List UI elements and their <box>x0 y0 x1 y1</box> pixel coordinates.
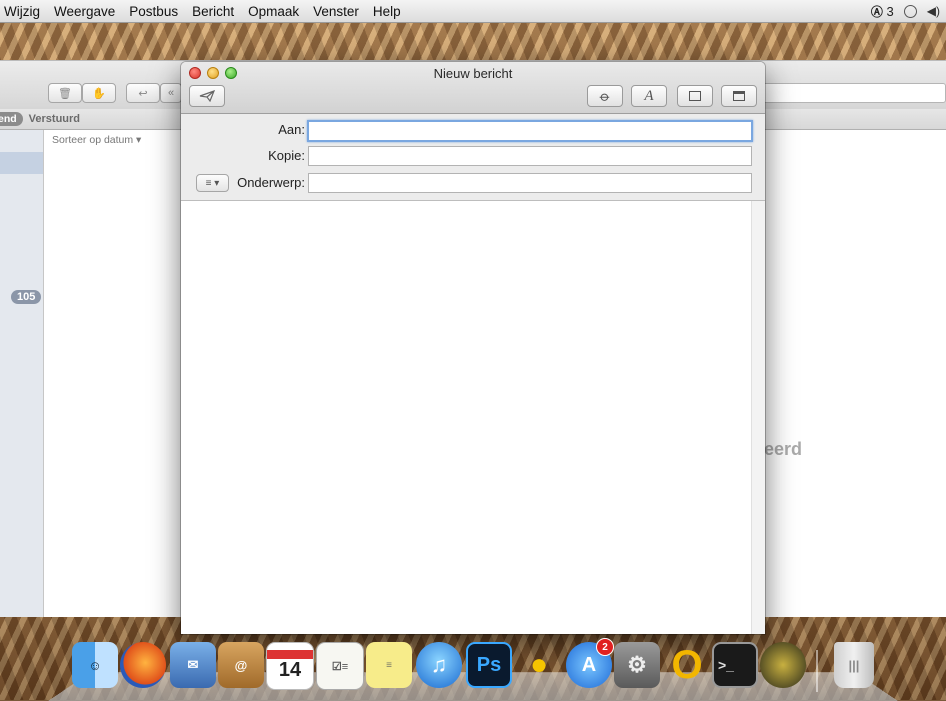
compose-window: Nieuw bericht ⌀ A Aan: Kopie: Onderwerp:… <box>181 62 765 634</box>
sort-by-date[interactable]: Sorteer op datum ▾ <box>44 130 184 148</box>
body-scrollbar[interactable] <box>751 201 765 634</box>
status-area: Ⓐ 3 ◀︎) <box>871 3 946 20</box>
photoshop-icon: Ps <box>476 653 502 676</box>
finder-icon: ☺ <box>88 657 102 673</box>
time-machine-icon[interactable] <box>903 4 917 18</box>
subject-field[interactable] <box>308 173 752 193</box>
menu-bar: Wijzig Weergave Postbus Bericht Opmaak V… <box>0 0 946 23</box>
message-header-fields: Aan: Kopie: Onderwerp: <box>181 114 765 201</box>
checklist-icon: ☑≡ <box>331 660 349 673</box>
menu-message[interactable]: Bericht <box>186 4 242 19</box>
dock-trash[interactable]: ||| <box>834 642 874 688</box>
dock-cyberduck[interactable]: ● <box>516 642 562 688</box>
junk-button[interactable]: ✋ <box>82 83 116 103</box>
adobe-count: 3 <box>886 3 894 19</box>
menu-window[interactable]: Venster <box>307 4 367 19</box>
dock-itunes[interactable]: ♫ <box>416 642 462 688</box>
font-icon: A <box>644 87 654 104</box>
to-label: Aan: <box>278 122 305 137</box>
menu-mailbox[interactable]: Postbus <box>123 4 186 19</box>
notes-icon: ≡ <box>386 659 392 671</box>
opera-icon: O <box>671 642 703 687</box>
adobe-icon: Ⓐ <box>870 4 883 19</box>
reply-all-icon: « <box>167 87 175 99</box>
music-note-icon: ♫ <box>430 652 448 677</box>
reply-icon: ↩ <box>138 87 148 100</box>
menu-edit[interactable]: Wijzig <box>0 4 48 19</box>
photo-browser-button[interactable] <box>677 85 713 107</box>
dock-terminal[interactable]: >_ <box>712 642 758 688</box>
paperclip-icon: ⌀ <box>596 87 614 105</box>
dock-system-preferences[interactable]: ⚙ <box>614 642 660 688</box>
cc-label: Kopie: <box>268 148 305 163</box>
send-button[interactable] <box>189 85 225 107</box>
stationery-icon <box>733 91 745 101</box>
reply-button[interactable]: ↩ <box>126 83 160 103</box>
trash-icon: 🗑 <box>58 87 72 100</box>
header-options-menu[interactable]: ≡ ▾ <box>196 174 229 192</box>
dock-app-store[interactable]: A 2 <box>566 638 614 688</box>
dock-radar[interactable] <box>760 642 806 688</box>
unread-count-badge: 105 <box>11 290 42 304</box>
search-input[interactable] <box>762 83 946 103</box>
preview-placeholder: eerd <box>764 439 803 459</box>
message-body[interactable] <box>181 201 751 634</box>
mailbox-sidebar: 105 <box>0 130 44 617</box>
menu-help[interactable]: Help <box>367 4 409 19</box>
cc-field[interactable] <box>308 146 752 166</box>
trash-icon: ||| <box>848 657 860 673</box>
dock-notes[interactable]: ≡ <box>366 642 412 688</box>
favorite-sent[interactable]: Verstuurd <box>29 113 80 125</box>
dock-opera[interactable]: O <box>664 642 710 688</box>
terminal-icon: >_ <box>718 657 734 673</box>
app-store-icon: A <box>581 653 597 676</box>
dock-reminders[interactable]: ☑≡ <box>316 642 364 690</box>
window-title: Nieuw bericht <box>433 66 513 81</box>
delete-button[interactable]: 🗑 <box>48 83 82 103</box>
dock-separator <box>816 650 818 692</box>
dock-photoshop[interactable]: Ps <box>466 642 512 688</box>
dock-mail[interactable]: ✉ <box>170 642 216 688</box>
send-icon <box>199 90 215 102</box>
duck-icon: ● <box>529 648 549 681</box>
dock-finder[interactable]: ☺ <box>72 642 118 688</box>
gear-icon: ⚙ <box>627 652 647 677</box>
app-store-badge: 2 <box>596 638 614 656</box>
reply-all-button[interactable]: « <box>160 83 182 103</box>
photo-browser-icon <box>689 91 701 101</box>
thumbs-down-icon: ✋ <box>92 87 106 100</box>
menu-view[interactable]: Weergave <box>48 4 123 19</box>
to-field[interactable] <box>307 120 753 142</box>
mail-stamp-icon: ✉ <box>187 657 199 672</box>
adobe-menu[interactable]: Ⓐ 3 <box>871 3 894 20</box>
address-book-icon: @ <box>234 657 248 673</box>
dock-calendar[interactable]: 14 <box>266 642 314 690</box>
menu-format[interactable]: Opmaak <box>242 4 307 19</box>
calendar-day: 14 <box>278 659 302 681</box>
calendar-icon <box>267 650 313 659</box>
dock-firefox[interactable] <box>120 642 166 688</box>
favorite-inbox[interactable]: end <box>0 112 23 126</box>
stationery-button[interactable] <box>721 85 757 107</box>
speaker-icon[interactable]: ◀︎) <box>927 4 940 18</box>
attach-button[interactable]: ⌀ <box>587 85 623 107</box>
dock-contacts[interactable]: @ <box>218 642 264 688</box>
fonts-button[interactable]: A <box>631 85 667 107</box>
compose-titlebar: Nieuw bericht ⌀ A <box>181 62 765 114</box>
sidebar-selected-item[interactable] <box>0 152 43 174</box>
